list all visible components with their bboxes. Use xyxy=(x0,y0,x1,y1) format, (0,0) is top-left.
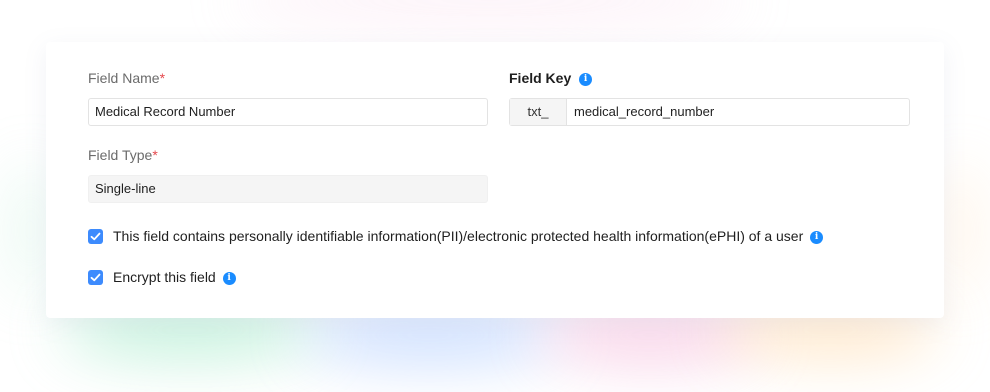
required-mark: * xyxy=(159,70,166,86)
field-type-label-text: Field Type xyxy=(88,147,153,163)
info-icon[interactable]: i xyxy=(579,72,593,86)
check-icon xyxy=(90,273,101,282)
field-key-prefix: txt_ xyxy=(510,99,567,125)
check-icon xyxy=(90,232,101,241)
encrypt-option: Encrypt this field i xyxy=(113,269,236,285)
info-icon[interactable]: i xyxy=(810,230,824,244)
encrypt-label: Encrypt this field xyxy=(113,269,216,285)
field-key-label-text: Field Key xyxy=(509,70,572,86)
decorative-glow xyxy=(10,160,50,300)
pii-option: This field contains personally identifia… xyxy=(113,228,824,244)
encrypt-checkbox[interactable] xyxy=(88,270,103,285)
field-type-select: Single-line xyxy=(88,175,488,203)
pii-label: This field contains personally identifia… xyxy=(113,228,804,244)
field-type-label: Field Type* xyxy=(88,147,158,163)
pii-checkbox[interactable] xyxy=(88,229,103,244)
field-key-label: Field Key i xyxy=(509,70,593,86)
field-key-input[interactable]: txt_ medical_record_number xyxy=(509,98,910,126)
field-type-value: Single-line xyxy=(95,181,156,196)
required-mark: * xyxy=(152,147,158,163)
field-name-value: Medical Record Number xyxy=(95,104,236,119)
field-settings-card: Field Name* Medical Record Number Field … xyxy=(46,42,944,318)
info-icon[interactable]: i xyxy=(222,271,236,285)
field-name-label: Field Name* xyxy=(88,70,165,86)
field-key-value: medical_record_number xyxy=(574,104,715,119)
field-name-label-text: Field Name xyxy=(88,70,160,86)
stage: Field Name* Medical Record Number Field … xyxy=(0,0,990,392)
decorative-glow xyxy=(230,0,750,20)
field-name-input[interactable]: Medical Record Number xyxy=(88,98,488,126)
decorative-glow xyxy=(940,160,980,300)
